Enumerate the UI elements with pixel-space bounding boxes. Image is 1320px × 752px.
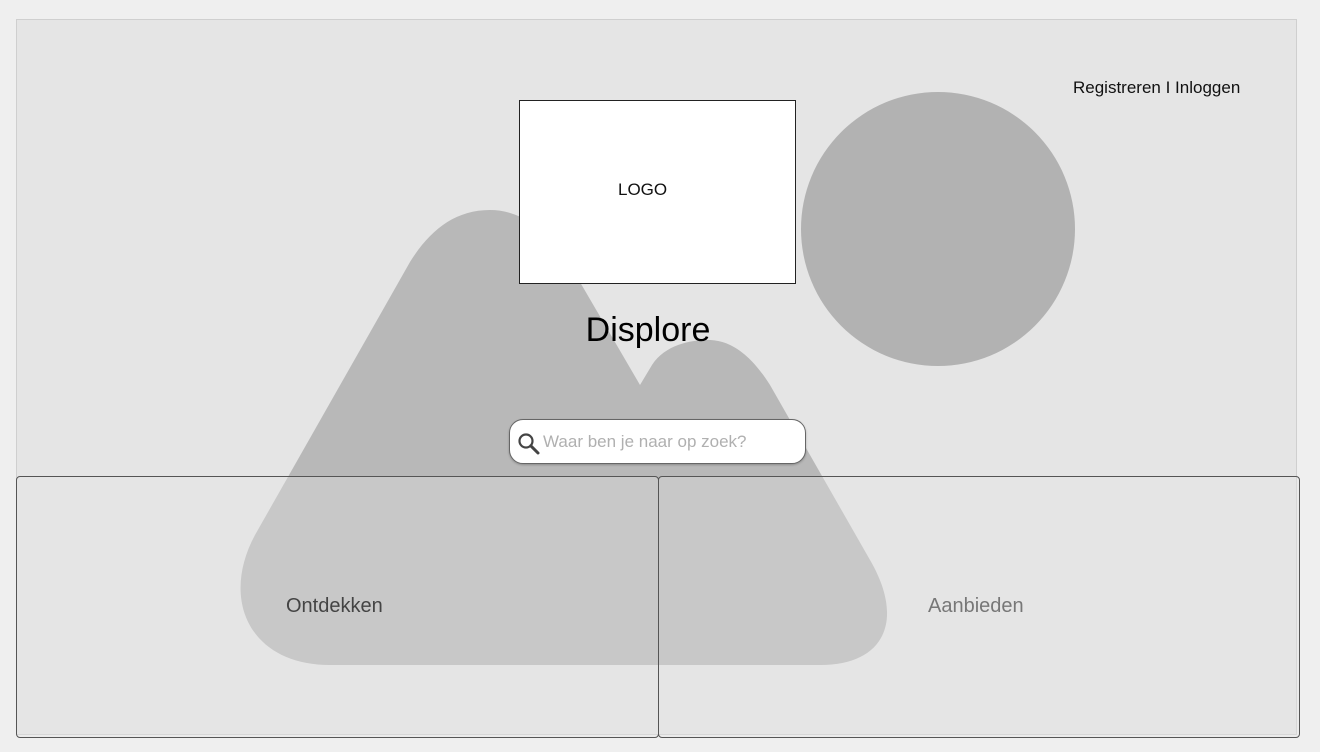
- panel-aanbieden[interactable]: Aanbieden: [658, 476, 1300, 738]
- search-box[interactable]: [509, 419, 806, 464]
- logo-text: LOGO: [618, 180, 668, 199]
- logo: LOGO: [519, 100, 796, 284]
- panel-ontdekken-label: Ontdekken: [286, 595, 383, 617]
- search-input[interactable]: [543, 430, 798, 454]
- search-icon: [518, 433, 540, 455]
- auth-links[interactable]: Registreren I Inloggen: [1073, 78, 1240, 98]
- panel-ontdekken[interactable]: Ontdekken: [16, 476, 659, 738]
- panel-aanbieden-label: Aanbieden: [928, 595, 1024, 617]
- auth-links-text[interactable]: Registreren I Inloggen: [1073, 78, 1240, 97]
- site-title: Displore: [585, 311, 711, 349]
